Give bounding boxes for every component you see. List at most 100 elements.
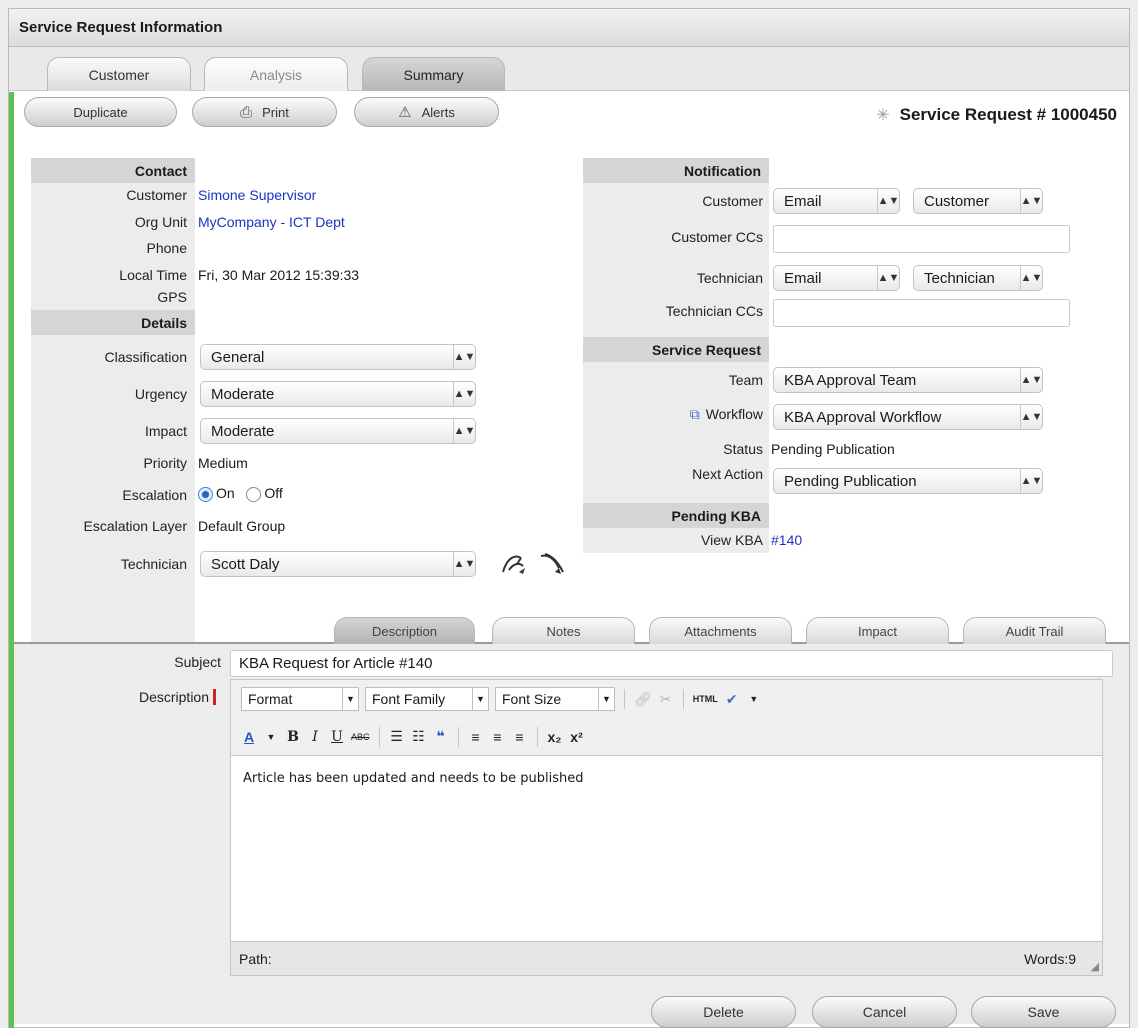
urgency-select[interactable]: Moderate ▲▼ [200,381,476,407]
align-center-icon[interactable]: ≡ [490,729,506,745]
select-arrows-icon: ▲▼ [453,419,475,443]
select-arrows-icon: ▲▼ [877,189,899,213]
resize-handle-icon[interactable]: ◢ [1091,960,1099,973]
text-color-dropdown-icon[interactable]: ▼ [263,732,279,742]
italic-icon[interactable]: I [307,729,323,745]
text-color-icon[interactable]: A [241,729,257,745]
align-right-icon[interactable]: ≡ [512,729,528,745]
select-arrows-icon: ▲▼ [1020,189,1042,213]
escalation-label: Escalation [122,487,187,503]
service-request-number: ✳ Service Request # 1000450 [876,105,1117,125]
toolbar-separator [457,726,459,747]
detail-tab-bar: Description Notes Attachments Impact Aud… [14,607,1129,644]
priority-label: Priority [143,455,187,471]
rich-text-editor: Format ▼ Font Family ▼ Font Size ▼ 🔗︎ ✂ … [230,679,1103,976]
technician-value: Scott Daly [211,555,280,573]
unlink-icon[interactable]: ✂ [658,691,674,708]
tab-customer[interactable]: Customer [47,57,191,91]
technician-select[interactable]: Scott Daly ▲▼ [200,551,476,577]
font-size-dropdown[interactable]: Font Size ▼ [495,687,615,711]
cancel-button[interactable]: Cancel [812,996,957,1028]
classification-label: Classification [104,349,187,365]
align-left-icon[interactable]: ≡ [468,729,484,745]
numbered-list-icon[interactable]: ☷ [411,728,427,745]
notify-technician-recipient-select[interactable]: Technician ▲▼ [913,265,1043,291]
tab-attachments[interactable]: Attachments [649,617,792,644]
editor-toolbar-row-1: Format ▼ Font Family ▼ Font Size ▼ 🔗︎ ✂ … [231,680,1102,718]
link-icon[interactable]: 🔗︎ [634,691,652,708]
duplicate-label: Duplicate [73,104,128,120]
workflow-diagram-icon[interactable]: ⧉ [690,406,700,422]
reassign-technician-icon[interactable] [537,550,569,578]
next-action-value: Pending Publication [784,472,917,490]
spellcheck-icon[interactable]: ✔ [724,691,740,708]
window-title: Service Request Information [9,9,1129,47]
select-arrows-icon: ▲▼ [1020,405,1042,429]
editor-content-area[interactable]: Article has been updated and needs to be… [231,757,1102,943]
duplicate-button[interactable]: Duplicate [24,97,177,127]
view-kba-label: View KBA [701,532,763,548]
spellcheck-dropdown-icon[interactable]: ▼ [746,694,762,704]
team-label: Team [728,372,763,388]
classification-select[interactable]: General ▲▼ [200,344,476,370]
escalation-on-radio[interactable] [198,486,213,502]
bold-icon[interactable]: B [285,729,301,745]
tab-analysis[interactable]: Analysis [204,57,348,91]
loading-spinner-icon: ✳ [876,107,890,124]
tab-notes[interactable]: Notes [492,617,635,644]
workflow-label: Workflow [705,406,763,422]
editor-toolbar-row-2: A ▼ B I U ABC ☰ ☷ ❝ ≡ ≡ ≡ x₂ x² [231,718,1102,756]
strikethrough-icon[interactable]: ABC [351,732,370,742]
alerts-button[interactable]: ⚠ Alerts [354,97,499,127]
bullet-list-icon[interactable]: ☰ [389,728,405,745]
tab-description[interactable]: Description [334,617,475,644]
font-family-dropdown[interactable]: Font Family ▼ [365,687,489,711]
status-value: Pending Publication [771,441,895,457]
escalation-layer-value: Default Group [198,518,286,534]
assign-technician-icon[interactable] [499,550,529,578]
dropdown-arrow-icon: ▼ [342,688,358,710]
next-action-select[interactable]: Pending Publication ▲▼ [773,468,1043,494]
superscript-icon[interactable]: x² [569,729,585,745]
format-dropdown[interactable]: Format ▼ [241,687,359,711]
editor-word-count: Words:9 [1024,950,1076,967]
toolbar-separator [624,689,625,709]
notify-technician-method-select[interactable]: Email ▲▼ [773,265,900,291]
blockquote-icon[interactable]: ❝ [433,728,449,745]
customer-ccs-input[interactable] [773,225,1070,253]
tab-audit-trail[interactable]: Audit Trail [963,617,1106,644]
toolbar-separator [682,689,684,709]
notify-customer-method-select[interactable]: Email ▲▼ [773,188,900,214]
tab-summary[interactable]: Summary [362,57,505,91]
select-arrows-icon: ▲▼ [1020,266,1042,290]
save-button[interactable]: Save [971,996,1116,1028]
print-button[interactable]: ⎙ Print [192,97,337,127]
view-kba-link[interactable]: #140 [771,532,802,548]
escalation-on-label: On [216,485,235,501]
dropdown-arrow-icon: ▼ [472,688,488,710]
html-source-button[interactable]: HTML [693,694,718,704]
subscript-icon[interactable]: x₂ [547,729,563,745]
editor-status-bar: Path: Words:9 [231,941,1102,975]
workflow-value: KBA Approval Workflow [784,408,942,426]
dropdown-arrow-icon: ▼ [598,688,614,710]
details-section-header: Details [31,310,195,335]
local-time-value: Fri, 30 Mar 2012 15:39:33 [198,267,360,283]
tab-impact[interactable]: Impact [806,617,949,644]
impact-select[interactable]: Moderate ▲▼ [200,418,476,444]
underline-icon[interactable]: U [329,729,345,745]
escalation-off-radio[interactable] [246,486,262,502]
required-marker [213,689,216,705]
notify-customer-recipient-select[interactable]: Customer ▲▼ [913,188,1043,214]
technician-ccs-input[interactable] [773,299,1070,327]
subject-input[interactable]: KBA Request for Article #140 [230,650,1113,677]
org-unit-link[interactable]: MyCompany - ICT Dept [198,214,345,230]
notify-technician-label: Technician [696,270,763,286]
alerts-label: Alerts [421,104,455,120]
delete-button[interactable]: Delete [651,996,796,1028]
workflow-select[interactable]: KBA Approval Workflow ▲▼ [773,404,1043,430]
workflow-label-row: ⧉ Workflow [583,406,763,423]
customer-link[interactable]: Simone Supervisor [198,187,316,203]
service-request-section-header: Service Request [583,337,769,362]
team-select[interactable]: KBA Approval Team ▲▼ [773,367,1043,393]
